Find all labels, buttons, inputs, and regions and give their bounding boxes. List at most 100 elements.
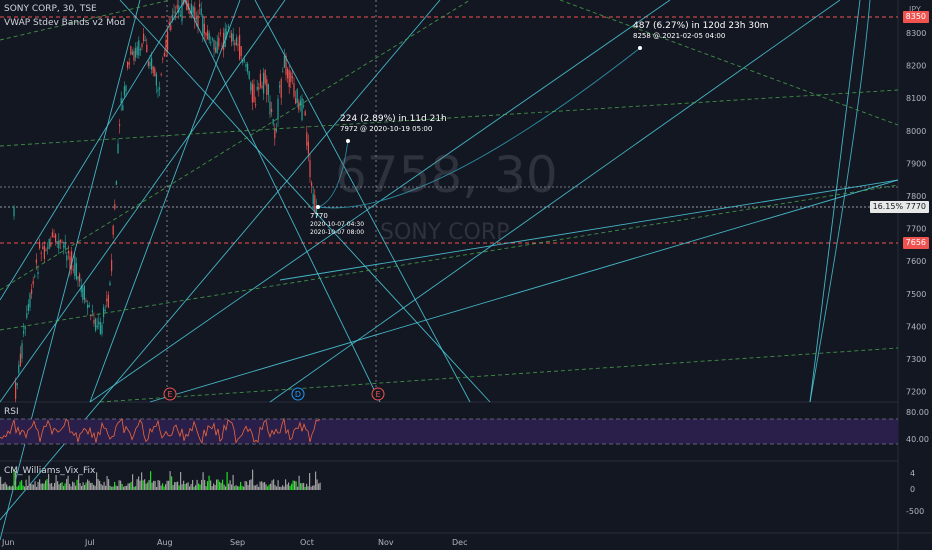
vix-bar	[163, 486, 165, 490]
low-point-label[interactable]: 7770 2020-10-07 04:30 2020-10-07 08:00	[310, 212, 364, 237]
symbol-title[interactable]: SONY CORP, 30, TSE	[4, 4, 97, 15]
rsi-tick-label: 40.00	[906, 435, 929, 444]
candle-body	[64, 241, 66, 249]
candle-body	[26, 312, 28, 318]
vix-bar	[298, 475, 300, 490]
vix-bar	[237, 486, 239, 490]
vix-bar	[94, 485, 96, 490]
vix-bar	[124, 485, 126, 490]
vix-bar	[220, 482, 222, 490]
candle-body	[231, 33, 233, 42]
vix-bar	[240, 481, 242, 490]
vix-bar	[255, 485, 257, 490]
vix-bar	[4, 482, 6, 490]
vix-bar	[232, 474, 234, 490]
candle-body	[290, 72, 292, 83]
vix-bar	[291, 483, 293, 490]
candle-body	[98, 321, 100, 325]
vix-bar	[312, 485, 314, 490]
candle-body	[168, 22, 170, 25]
candle-body	[149, 61, 151, 66]
price-tick-label: 7500	[906, 290, 926, 299]
trend-line	[0, 0, 286, 403]
candle-body	[272, 119, 274, 125]
vix-bar	[123, 486, 125, 490]
vix-bar	[60, 483, 62, 490]
vix-bar	[9, 485, 11, 490]
vix-bar	[181, 484, 183, 490]
vix-bar	[313, 485, 315, 490]
candle-body	[253, 84, 255, 103]
vix-bar	[22, 485, 24, 490]
vix-bar	[103, 481, 105, 490]
vix-bar	[235, 485, 237, 490]
vix-bar	[273, 479, 275, 490]
vix-pane-label[interactable]: CM_Williams_Vix_Fix	[4, 466, 95, 477]
vix-bar	[16, 486, 18, 490]
candle-body	[32, 280, 34, 285]
price-tick-label: 7200	[906, 388, 926, 397]
candle-body	[307, 141, 309, 154]
candle-body	[51, 232, 53, 238]
vix-bar	[183, 480, 185, 490]
vix-bar	[249, 480, 251, 490]
vix-bar	[262, 482, 264, 490]
price-tick-label: 8200	[906, 62, 926, 71]
price-chart-canvas[interactable]: 8300 8200 8100 8000 7900 7800 7700 7600 7500 7400…	[0, 0, 932, 550]
rsi-pane-label[interactable]: RSI	[4, 407, 19, 418]
vix-bar	[261, 481, 263, 490]
candle-body	[232, 33, 234, 42]
vix-bar	[19, 481, 21, 490]
price-tag-current-pct: 16.15%	[872, 202, 904, 211]
vix-bar	[282, 485, 284, 490]
candle-body	[99, 322, 101, 335]
vix-bar	[34, 481, 36, 490]
candle-body	[261, 85, 263, 89]
vix-bar	[304, 486, 306, 490]
candle-body	[163, 53, 165, 57]
vix-bar	[114, 481, 116, 490]
vix-bar	[222, 479, 224, 490]
candle-body	[82, 287, 84, 300]
vix-bar	[258, 486, 260, 490]
candle-body	[117, 143, 119, 154]
candle-body	[29, 293, 31, 308]
candle-body	[239, 34, 241, 60]
vix-bar	[246, 481, 248, 490]
candle-body	[173, 11, 175, 13]
vix-bar	[130, 481, 132, 490]
candle-body	[237, 44, 239, 46]
candle-body	[111, 260, 113, 272]
vix-bar	[204, 480, 206, 490]
projection-label-1[interactable]: 224 (2.89%) in 11d 21h 7972 @ 2020-10-19…	[340, 114, 447, 134]
vix-bar	[307, 486, 309, 490]
vix-bar	[154, 480, 156, 490]
candle-body	[37, 271, 39, 275]
indicator-label-vwap[interactable]: VWAP Stdev Bands v2 Mod	[4, 18, 125, 29]
candle-body	[112, 225, 114, 235]
candle-body	[314, 195, 316, 213]
vix-bar	[132, 474, 134, 490]
candle-body	[58, 240, 60, 249]
candle-body	[255, 104, 257, 106]
vix-bar	[142, 480, 144, 490]
candle-body	[219, 32, 221, 34]
candle-body	[250, 82, 252, 91]
candle-body	[13, 207, 15, 217]
vix-bar	[54, 482, 56, 490]
candle-body	[109, 282, 111, 286]
vix-bar	[193, 486, 195, 490]
candle-body	[304, 111, 306, 116]
price-tag-current: 16.15% 7770	[869, 201, 929, 213]
vix-bar	[91, 482, 93, 490]
vix-bar	[147, 482, 149, 490]
vix-bar	[49, 483, 51, 490]
vix-bar	[172, 485, 174, 490]
candle-body	[179, 14, 181, 17]
candle-body	[207, 30, 209, 40]
rsi-tick-label: 80.00	[906, 408, 929, 417]
vix-bar	[108, 479, 110, 490]
candle-body	[50, 243, 52, 247]
projection-label-2[interactable]: 487 (6.27%) in 120d 23h 30m 8258 @ 2021-…	[633, 21, 769, 41]
vix-bar	[192, 480, 194, 490]
